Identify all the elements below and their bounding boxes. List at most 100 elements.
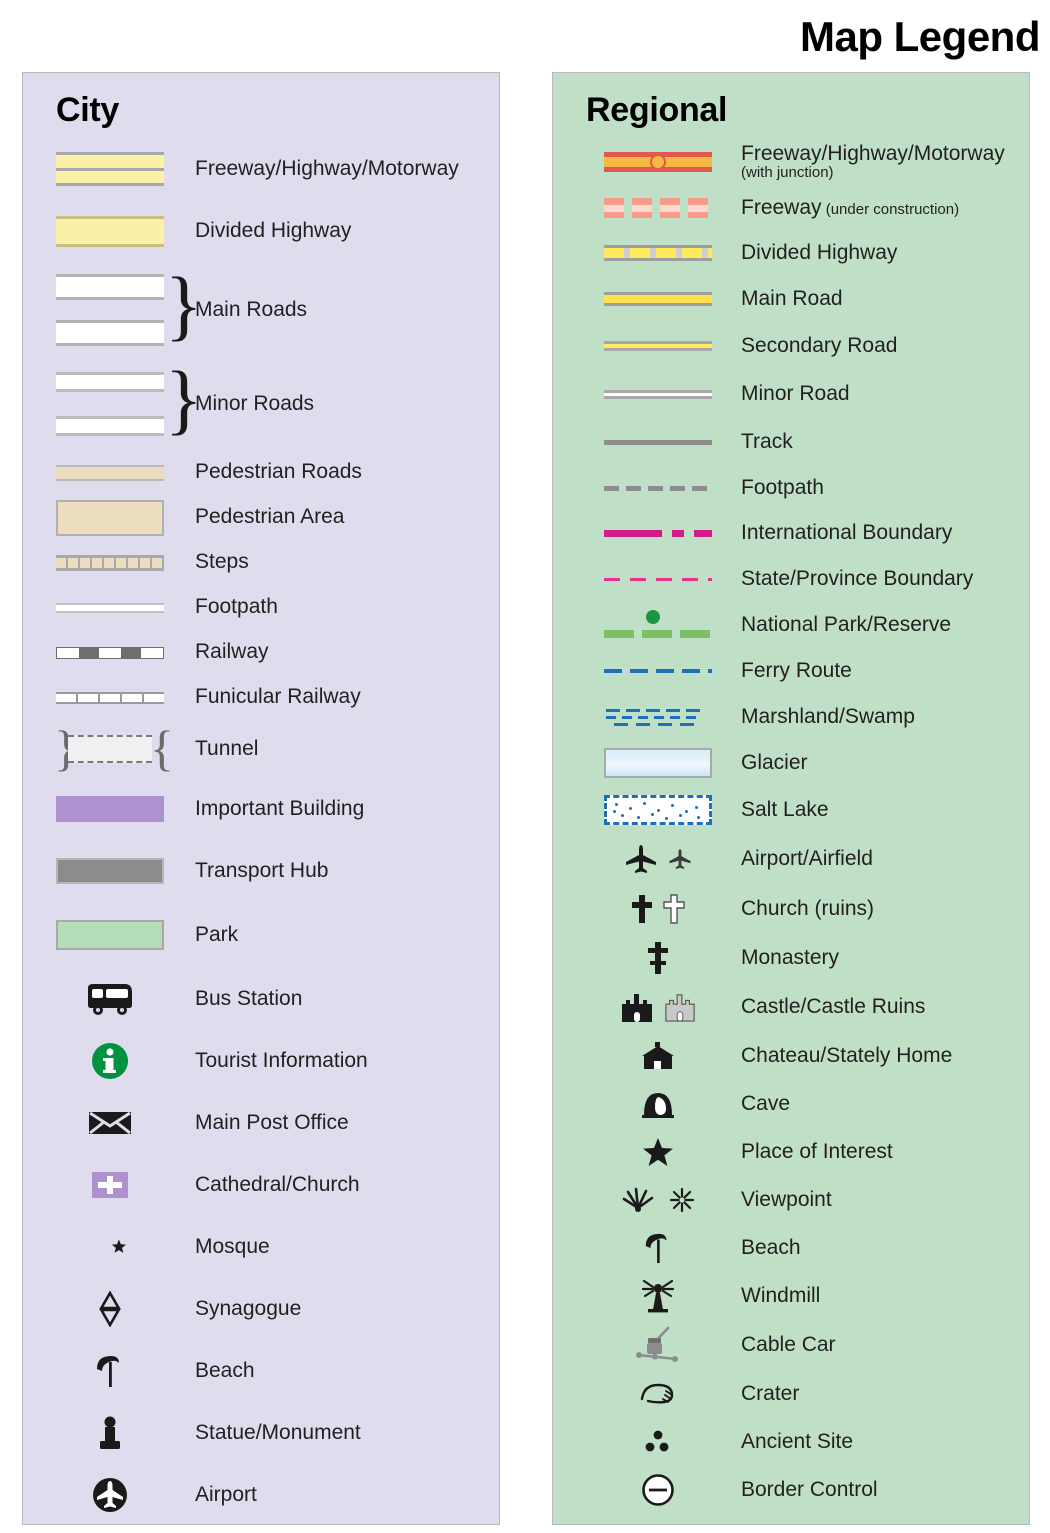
- synagogue-icon: [45, 1291, 175, 1327]
- legend-label: Funicular Railway: [195, 685, 361, 709]
- regional-divided-highway-symbol: [593, 245, 723, 261]
- legend-row: Beach: [553, 1224, 1029, 1272]
- border-control-icon: [593, 1473, 723, 1507]
- envelope-icon: [45, 1109, 175, 1137]
- legend-row: Glacier: [553, 740, 1029, 786]
- legend-label: Airport: [195, 1482, 257, 1506]
- legend-label: Secondary Road: [741, 333, 898, 357]
- legend-row: Railway: [23, 630, 499, 675]
- legend-row: Main Post Office: [23, 1092, 499, 1154]
- regional-legend-panel: Regional Freeway/Highway/Motorway (with …: [552, 72, 1030, 1525]
- legend-label: Transport Hub: [195, 858, 329, 882]
- legend-label: Freeway/Highway/Motorway (with junction): [741, 143, 1005, 181]
- legend-row: Park: [23, 902, 499, 968]
- legend-label: Main Road: [741, 286, 843, 310]
- legend-row: Beach: [23, 1340, 499, 1402]
- cable-car-icon: [593, 1325, 723, 1365]
- legend-row: Secondary Road: [553, 322, 1029, 370]
- information-icon: [45, 1042, 175, 1080]
- regional-legend-rows: Freeway/Highway/Motorway (with junction)…: [553, 138, 1029, 1514]
- city-footpath-symbol: [45, 602, 175, 613]
- legend-row: Steps: [23, 540, 499, 585]
- legend-row: Tourist Information: [23, 1030, 499, 1092]
- castle-ruins-icon: [665, 994, 695, 1022]
- airplane-icon: [626, 845, 656, 873]
- city-important-building-symbol: [45, 796, 175, 822]
- regional-state-boundary-symbol: [593, 577, 723, 581]
- viewpoint-fan-icon: [622, 1187, 654, 1212]
- legend-label: Church (ruins): [741, 896, 875, 920]
- legend-label: Marshland/Swamp: [741, 704, 915, 728]
- legend-row: Pedestrian Area: [23, 495, 499, 540]
- viewpoint-star-icon: [669, 1187, 695, 1213]
- legend-row: Track: [553, 418, 1029, 466]
- legend-row: National Park/Reserve: [553, 602, 1029, 648]
- legend-row: Marshland/Swamp: [553, 694, 1029, 740]
- legend-row: Footpath: [23, 585, 499, 630]
- legend-label-sub: (with junction): [741, 164, 834, 182]
- legend-label: Castle/Castle Ruins: [741, 994, 926, 1018]
- legend-row: Monastery: [553, 934, 1029, 982]
- city-divided-highway-symbol: [45, 215, 175, 247]
- legend-label: Main Roads: [195, 297, 308, 321]
- legend-row: Mosque: [23, 1216, 499, 1278]
- legend-row: International Boundary: [553, 510, 1029, 556]
- legend-row: Ancient Site: [553, 1418, 1029, 1466]
- regional-footpath-symbol: [593, 485, 723, 491]
- legend-row: } Minor Roads: [23, 358, 499, 450]
- legend-label: Tunnel: [195, 736, 259, 760]
- church-ruins-cross-icon: [663, 894, 685, 924]
- mosque-icon: [45, 1230, 175, 1264]
- legend-row: Divided Highway: [23, 200, 499, 262]
- legend-label-sub: (under construction): [821, 200, 960, 218]
- ancient-site-icon: [593, 1428, 723, 1456]
- legend-row: Divided Highway: [553, 230, 1029, 276]
- legend-label: Crater: [741, 1381, 800, 1405]
- regional-secondary-road-symbol: [593, 341, 723, 351]
- legend-label: Footpath: [741, 475, 824, 499]
- legend-row: Minor Road: [553, 370, 1029, 418]
- legend-label: National Park/Reserve: [741, 612, 952, 636]
- city-tunnel-symbol: } {: [54, 720, 174, 776]
- regional-main-road-symbol: [593, 292, 723, 306]
- legend-row: Viewpoint: [553, 1176, 1029, 1224]
- city-main-roads-symbol: [45, 274, 175, 346]
- legend-label: Salt Lake: [741, 797, 829, 821]
- legend-label: Bus Station: [195, 986, 303, 1010]
- legend-row: Main Road: [553, 276, 1029, 322]
- legend-label: Monastery: [741, 945, 840, 969]
- legend-label: Ancient Site: [741, 1429, 854, 1453]
- page-title: Map Legend: [799, 13, 1041, 60]
- star-icon: [593, 1136, 723, 1168]
- legend-label: Cathedral/Church: [195, 1172, 360, 1196]
- brace-icon: }: [165, 355, 203, 442]
- legend-row: Pedestrian Roads: [23, 450, 499, 495]
- beach-icon: [593, 1231, 723, 1265]
- regional-panel-heading: Regional: [586, 91, 728, 129]
- legend-label: Synagogue: [195, 1296, 302, 1320]
- legend-row: State/Province Boundary: [553, 556, 1029, 602]
- legend-label: Pedestrian Roads: [195, 460, 362, 484]
- legend-row: Place of Interest: [553, 1128, 1029, 1176]
- bus-icon: [45, 982, 175, 1016]
- castle-icon: [622, 994, 652, 1022]
- city-park-symbol: [45, 920, 175, 950]
- legend-row: Bus Station: [23, 968, 499, 1030]
- legend-row: } { Tunnel: [23, 720, 499, 778]
- city-steps-symbol: [45, 554, 175, 571]
- beach-icon: [45, 1353, 175, 1389]
- legend-row: Freeway/Highway/Motorway: [23, 138, 499, 200]
- legend-label: Cable Car: [741, 1332, 836, 1356]
- legend-row: Border Control: [553, 1466, 1029, 1514]
- monastery-cross-icon: [593, 941, 723, 975]
- legend-label: Place of Interest: [741, 1139, 893, 1163]
- legend-label: Tourist Information: [195, 1048, 368, 1072]
- legend-row: Cathedral/Church: [23, 1154, 499, 1216]
- city-freeway-symbol: [45, 152, 175, 186]
- legend-label-main: Freeway: [741, 195, 822, 219]
- legend-label: Mosque: [195, 1234, 270, 1258]
- regional-ferry-route-symbol: [593, 669, 723, 673]
- legend-label: Footpath: [195, 595, 278, 619]
- city-pedestrian-area-symbol: [45, 499, 175, 536]
- legend-row: Castle/Castle Ruins: [553, 982, 1029, 1032]
